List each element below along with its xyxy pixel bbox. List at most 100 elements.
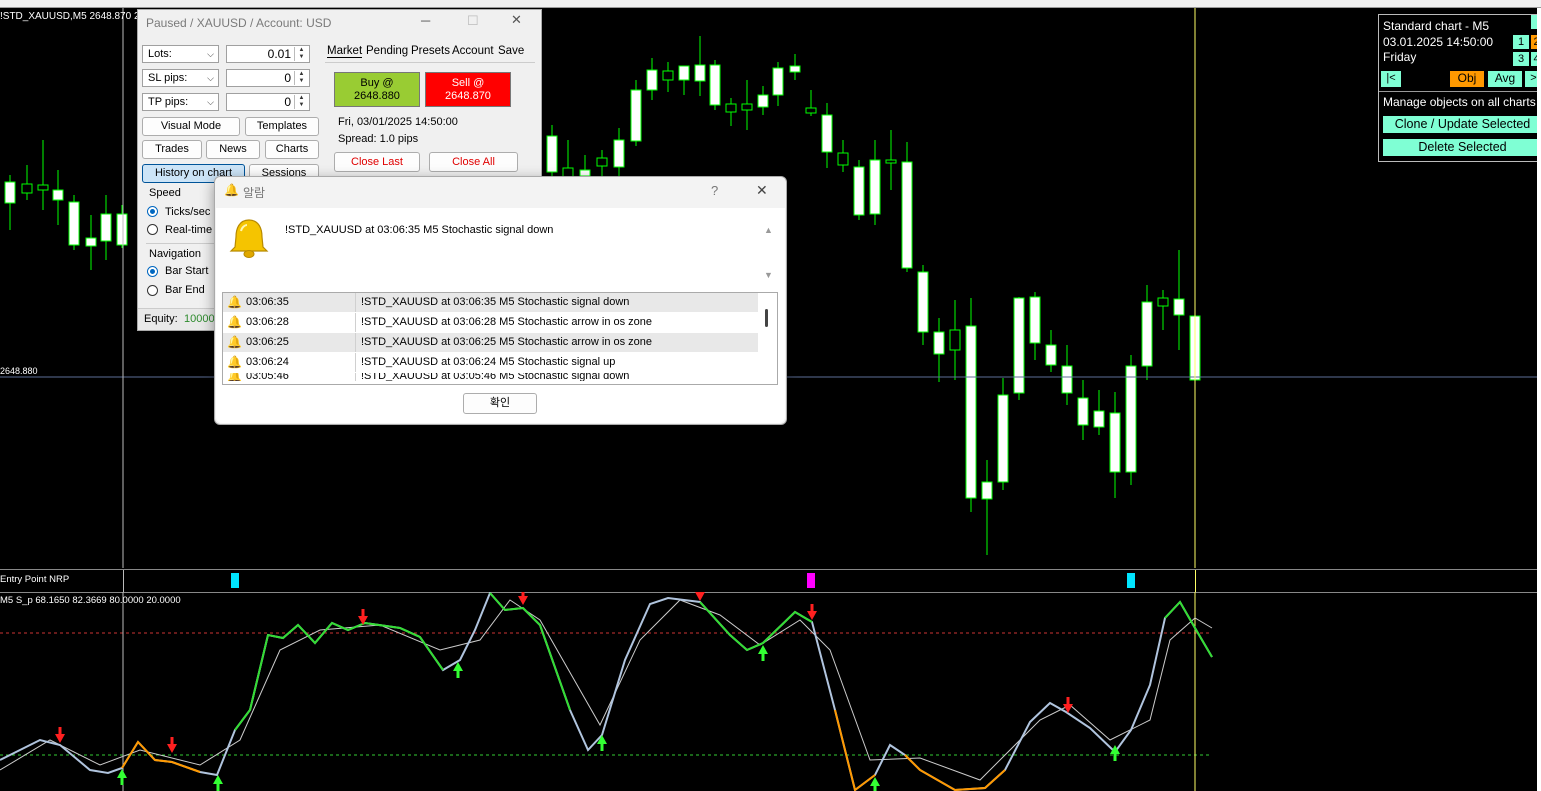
chevron-down-icon: ⌵ [207, 73, 214, 83]
list-item-message: !STD_XAUUSD at 03:06:28 M5 Stochastic ar… [361, 316, 653, 328]
stochastic-label: M5 S_p 68.1650 82.3669 80.0000 20.0000 [0, 595, 181, 606]
clone-update-button[interactable]: Clone / Update Selected [1383, 116, 1541, 133]
lots-label: Lots: [148, 48, 172, 60]
bar-start-radio[interactable] [147, 266, 158, 277]
list-item[interactable]: 🔔 03:06:25 !STD_XAUUSD at 03:06:25 M5 Stoc… [223, 333, 758, 353]
close-icon[interactable]: ✕ [511, 12, 522, 28]
scroll-up-icon[interactable]: ▲ [764, 225, 773, 235]
help-icon[interactable]: ? [711, 183, 718, 198]
list-item[interactable]: 🔔 03:05:46 !STD_XAUUSD at 03:05:46 M5 Stoc… [223, 373, 758, 381]
candle-body [772, 67, 784, 96]
tab-presets[interactable]: Presets [411, 45, 450, 57]
list-item-message: !STD_XAUUSD at 03:06:35 M5 Stochastic si… [361, 296, 630, 308]
list-item-message: !STD_XAUUSD at 03:06:24 M5 Stochastic si… [361, 356, 616, 368]
news-button[interactable]: News [206, 140, 260, 159]
signal-down-arrow-icon [518, 592, 528, 605]
signal-down-arrow-icon [167, 737, 177, 753]
list-scrollbar-thumb[interactable] [765, 309, 768, 327]
candle-body [613, 139, 625, 168]
candle-body [917, 271, 929, 333]
signal-up-arrow-icon [453, 662, 463, 678]
sell-button[interactable]: Sell @ 2648.870 [425, 72, 511, 107]
obj-button[interactable]: Obj [1450, 71, 1484, 87]
signal-up-arrow-icon [758, 645, 768, 661]
scroll-down-icon[interactable]: ▼ [764, 270, 773, 280]
buy-button[interactable]: Buy @ 2648.880 [334, 72, 420, 107]
candle-body [678, 65, 690, 81]
top-toolbar-strip [0, 0, 1541, 8]
tp-spinner[interactable]: ▲ ▼ [294, 95, 308, 109]
bar-end-radio[interactable] [147, 285, 158, 296]
maximize-icon[interactable]: ☐ [467, 13, 479, 29]
tp-label: TP pips: [148, 96, 189, 108]
tab-save[interactable]: Save [498, 45, 524, 57]
trade-panel-title: Paused / XAUUSD / Account: USD [146, 16, 332, 30]
avg-button[interactable]: Avg [1488, 71, 1522, 87]
sell-label: Sell @ [451, 77, 485, 89]
candle-body [646, 69, 658, 91]
navigation-label: Navigation [149, 248, 201, 260]
signal-down-arrow-icon [807, 604, 817, 620]
list-item-message: !STD_XAUUSD at 03:05:46 M5 Stochastic si… [361, 373, 630, 381]
bell-icon: 🔔 [227, 355, 242, 369]
lots-input[interactable]: 0.01 ▲ ▼ [226, 45, 310, 63]
lots-select[interactable]: Lots: ⌵ [142, 45, 219, 63]
tp-input[interactable]: 0 ▲ ▼ [226, 93, 310, 111]
candle-body [1141, 301, 1153, 367]
bell-icon: 🔔 [227, 295, 242, 309]
candle-body [997, 394, 1009, 483]
bar-start-label: Bar Start [165, 265, 209, 277]
charts-button[interactable]: Charts [265, 140, 319, 159]
templates-button[interactable]: Templates [245, 117, 319, 136]
sl-select[interactable]: SL pips: ⌵ [142, 69, 219, 87]
stochastic-down-segment [121, 740, 201, 773]
stochastic-subwindow[interactable] [0, 592, 1537, 791]
visual-mode-button[interactable]: Visual Mode [142, 117, 240, 136]
sl-input[interactable]: 0 ▲ ▼ [226, 69, 310, 87]
tp-select[interactable]: TP pips: ⌵ [142, 93, 219, 111]
real-time-label: Real-time [165, 224, 213, 236]
minimize-icon[interactable]: ─ [421, 13, 430, 28]
list-item[interactable]: 🔔 03:06:35 !STD_XAUUSD at 03:06:35 M5 Stoc… [223, 293, 758, 313]
candle-body [933, 331, 945, 355]
candle-body [694, 64, 706, 82]
tab-market[interactable]: Market [327, 45, 363, 58]
trades-button[interactable]: Trades [142, 140, 202, 159]
real-time-radio[interactable] [147, 224, 158, 235]
sl-label: SL pips: [148, 72, 188, 84]
stochastic-down-segment [834, 709, 876, 791]
alert-title: 알람 [243, 186, 266, 200]
number-button-1[interactable]: 1 [1513, 35, 1529, 49]
list-item[interactable]: 🔔 03:06:28 !STD_XAUUSD at 03:06:28 M5 Stoc… [223, 313, 758, 333]
tab-pending[interactable]: Pending [366, 45, 408, 57]
number-button-3[interactable]: 3 [1513, 52, 1529, 66]
close-all-button[interactable]: Close All [429, 152, 518, 172]
tab-account[interactable]: Account [452, 45, 494, 57]
candle-body [85, 237, 97, 247]
candle-body [853, 166, 865, 216]
price-line-label: 2648.880 [0, 366, 38, 376]
nav-first-button[interactable]: |< [1381, 71, 1401, 87]
signal-down-arrow-icon [55, 727, 65, 743]
list-item-time: 03:06:25 [246, 336, 289, 348]
close-icon[interactable]: ✕ [756, 182, 768, 199]
candle-body [789, 65, 801, 73]
equity-value: 10000 [184, 313, 215, 325]
equity-label: Equity: [144, 313, 178, 325]
list-item[interactable]: 🔔 03:06:24 !STD_XAUUSD at 03:06:24 M5 Stoc… [223, 353, 758, 373]
bell-icon: 🔔 [227, 335, 242, 349]
ticks-sec-radio[interactable] [147, 206, 158, 217]
delete-selected-button[interactable]: Delete Selected [1383, 139, 1541, 156]
close-last-button[interactable]: Close Last [334, 152, 420, 172]
candle-body [869, 159, 881, 215]
candle-body [596, 157, 608, 167]
list-item-time: 03:06:24 [246, 356, 289, 368]
ok-button[interactable]: 확인 [463, 393, 537, 414]
manage-objects-label: Manage objects on all charts [1383, 95, 1536, 109]
buy-price: 2648.880 [354, 90, 400, 102]
candle-body [709, 64, 721, 106]
sl-spinner[interactable]: ▲ ▼ [294, 71, 308, 85]
server-datetime: Fri, 03/01/2025 14:50:00 [338, 116, 458, 128]
stochastic-signal-line [0, 599, 1213, 781]
lots-spinner[interactable]: ▲ ▼ [294, 47, 308, 61]
